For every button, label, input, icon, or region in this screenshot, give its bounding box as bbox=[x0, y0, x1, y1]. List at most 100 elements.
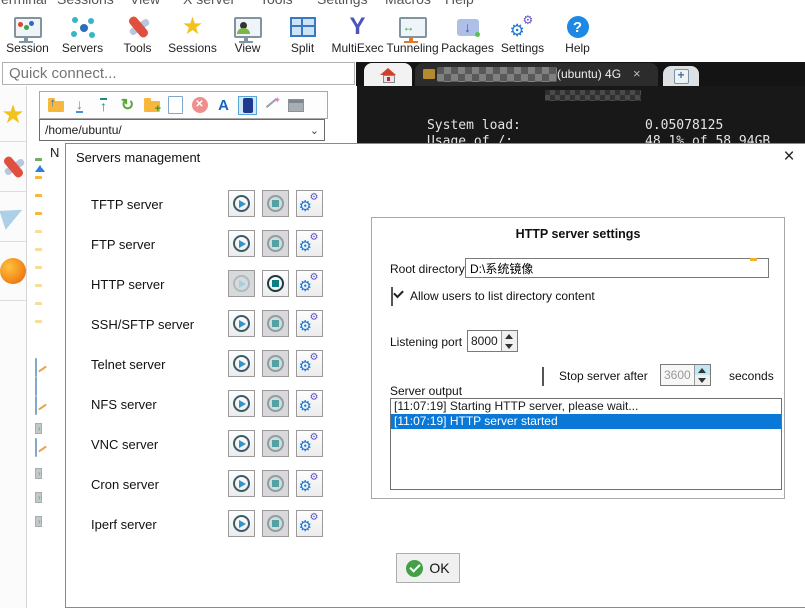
censored-terminal-text bbox=[545, 90, 641, 101]
session-icon bbox=[14, 13, 42, 41]
split-button[interactable]: Split bbox=[275, 12, 330, 60]
help-button[interactable]: ? Help bbox=[550, 12, 605, 60]
file-item[interactable] bbox=[35, 378, 37, 396]
script-file-item[interactable]: › bbox=[35, 418, 42, 436]
spin-up-icon[interactable] bbox=[695, 365, 710, 375]
view-button[interactable]: View bbox=[220, 12, 275, 60]
sidebar-tools-tab[interactable] bbox=[0, 142, 26, 192]
server-output-list[interactable]: [11:07:19] Starting HTTP server, please … bbox=[390, 398, 782, 490]
start-button-disabled[interactable] bbox=[228, 270, 255, 297]
settings-button[interactable]: ⚙⚙ bbox=[296, 390, 323, 417]
sidebar-network-tab[interactable] bbox=[0, 242, 26, 301]
stop-button[interactable] bbox=[262, 470, 289, 497]
stop-button[interactable] bbox=[262, 310, 289, 337]
dialog-close-icon[interactable]: × bbox=[778, 146, 800, 168]
start-button[interactable] bbox=[228, 430, 255, 457]
spin-down-icon[interactable] bbox=[502, 341, 517, 351]
settings-button[interactable]: ⚙⚙ Settings bbox=[495, 12, 550, 60]
sidebar-sessions-tab[interactable]: ★ bbox=[0, 86, 26, 142]
settings-button[interactable]: ⚙⚙ bbox=[296, 230, 323, 257]
server-row-http: HTTP server ⚙⚙ bbox=[66, 270, 366, 298]
start-button[interactable] bbox=[228, 510, 255, 537]
settings-button[interactable]: ⚙⚙ bbox=[296, 190, 323, 217]
menu-settings[interactable]: Settings bbox=[317, 0, 368, 7]
stop-button[interactable] bbox=[262, 430, 289, 457]
new-tab-button[interactable]: + bbox=[663, 66, 699, 86]
sessions-button[interactable]: ★ Sessions bbox=[165, 12, 220, 60]
new-folder-icon[interactable]: + bbox=[142, 96, 161, 115]
settings-button[interactable]: ⚙⚙ bbox=[296, 350, 323, 377]
session-button[interactable]: Session bbox=[0, 12, 55, 60]
allow-list-checkbox[interactable] bbox=[391, 287, 393, 306]
settings-button[interactable]: ⚙⚙ bbox=[296, 270, 323, 297]
terminal-output[interactable]: System load:0.05078125 Usage of /:48.1% … bbox=[357, 86, 805, 144]
path-dropdown[interactable]: /home/ubuntu/ ⌄ bbox=[39, 119, 325, 141]
home-tab[interactable] bbox=[364, 63, 412, 86]
output-line[interactable]: [11:07:19] Starting HTTP server, please … bbox=[391, 399, 781, 414]
stop-button[interactable] bbox=[262, 390, 289, 417]
active-session-tab[interactable]: (ubuntu) 4G × bbox=[415, 63, 658, 86]
menu-tools[interactable]: Tools bbox=[260, 0, 293, 7]
upload-icon[interactable]: ↑ bbox=[94, 96, 113, 115]
tab-close-icon[interactable]: × bbox=[633, 66, 641, 81]
remote-monitoring-icon[interactable] bbox=[238, 96, 257, 115]
font-icon[interactable]: A bbox=[214, 96, 233, 115]
terminal-icon[interactable] bbox=[286, 96, 305, 115]
menu-view[interactable]: View bbox=[130, 0, 160, 7]
servers-button[interactable]: Servers bbox=[55, 12, 110, 60]
ok-button[interactable]: OK bbox=[396, 553, 460, 583]
download-icon[interactable]: ↓ bbox=[70, 96, 89, 115]
stop-after-unit: seconds bbox=[729, 369, 774, 383]
packages-button[interactable]: ↓ Packages bbox=[440, 12, 495, 60]
settings-button[interactable]: ⚙⚙ bbox=[296, 510, 323, 537]
script-file-item[interactable]: › bbox=[35, 511, 42, 529]
listening-port-stepper[interactable]: 8000 bbox=[467, 330, 518, 352]
menu-terminal[interactable]: Terminal bbox=[0, 0, 47, 7]
tools-button[interactable]: Tools bbox=[110, 12, 165, 60]
stop-button[interactable] bbox=[262, 510, 289, 537]
view-icon bbox=[234, 13, 262, 41]
tree-header: N bbox=[50, 145, 59, 160]
start-button[interactable] bbox=[228, 390, 255, 417]
stop-button[interactable] bbox=[262, 190, 289, 217]
parent-folder-icon[interactable]: ↑ bbox=[46, 96, 65, 115]
wand-icon[interactable]: ✦ bbox=[262, 96, 281, 115]
stop-button[interactable] bbox=[262, 270, 289, 297]
tunneling-button[interactable]: ↔ Tunneling bbox=[385, 12, 440, 60]
menu-help[interactable]: Help bbox=[445, 0, 474, 7]
delete-icon[interactable]: ✕ bbox=[190, 96, 209, 115]
start-button[interactable] bbox=[228, 230, 255, 257]
sidebar-macros-tab[interactable] bbox=[0, 192, 26, 242]
spin-up-icon[interactable] bbox=[502, 331, 517, 341]
start-button[interactable] bbox=[228, 190, 255, 217]
start-button[interactable] bbox=[228, 470, 255, 497]
spin-down-icon[interactable] bbox=[695, 375, 710, 385]
start-button[interactable] bbox=[228, 350, 255, 377]
settings-button[interactable]: ⚙⚙ bbox=[296, 470, 323, 497]
new-file-icon[interactable] bbox=[166, 96, 185, 115]
stop-after-checkbox[interactable] bbox=[542, 367, 544, 386]
settings-button[interactable]: ⚙⚙ bbox=[296, 310, 323, 337]
menu-macros[interactable]: Macros bbox=[385, 0, 431, 7]
stop-button[interactable] bbox=[262, 230, 289, 257]
menu-xserver[interactable]: X server bbox=[183, 0, 235, 7]
multiexec-button[interactable]: Y MultiExec bbox=[330, 12, 385, 60]
refresh-icon[interactable]: ↻ bbox=[118, 96, 137, 115]
script-file-item[interactable]: › bbox=[35, 487, 42, 505]
stop-button[interactable] bbox=[262, 350, 289, 377]
file-item[interactable] bbox=[35, 397, 37, 415]
mobaxterm-window: Terminal Sessions View X server Tools Se… bbox=[0, 0, 805, 608]
script-file-item[interactable]: › bbox=[35, 463, 42, 481]
file-item[interactable] bbox=[35, 359, 37, 377]
stop-after-stepper[interactable]: 3600 bbox=[660, 364, 711, 386]
start-button[interactable] bbox=[228, 310, 255, 337]
tools-knife-icon bbox=[1, 154, 25, 180]
settings-button[interactable]: ⚙⚙ bbox=[296, 430, 323, 457]
file-item[interactable] bbox=[35, 439, 37, 457]
root-directory-input[interactable] bbox=[465, 258, 769, 278]
quick-connect-input[interactable] bbox=[2, 62, 355, 85]
chevron-down-icon: ⌄ bbox=[310, 124, 319, 137]
output-line-selected[interactable]: [11:07:19] HTTP server started bbox=[391, 414, 781, 429]
menu-sessions[interactable]: Sessions bbox=[57, 0, 114, 7]
current-path: /home/ubuntu/ bbox=[45, 123, 122, 137]
